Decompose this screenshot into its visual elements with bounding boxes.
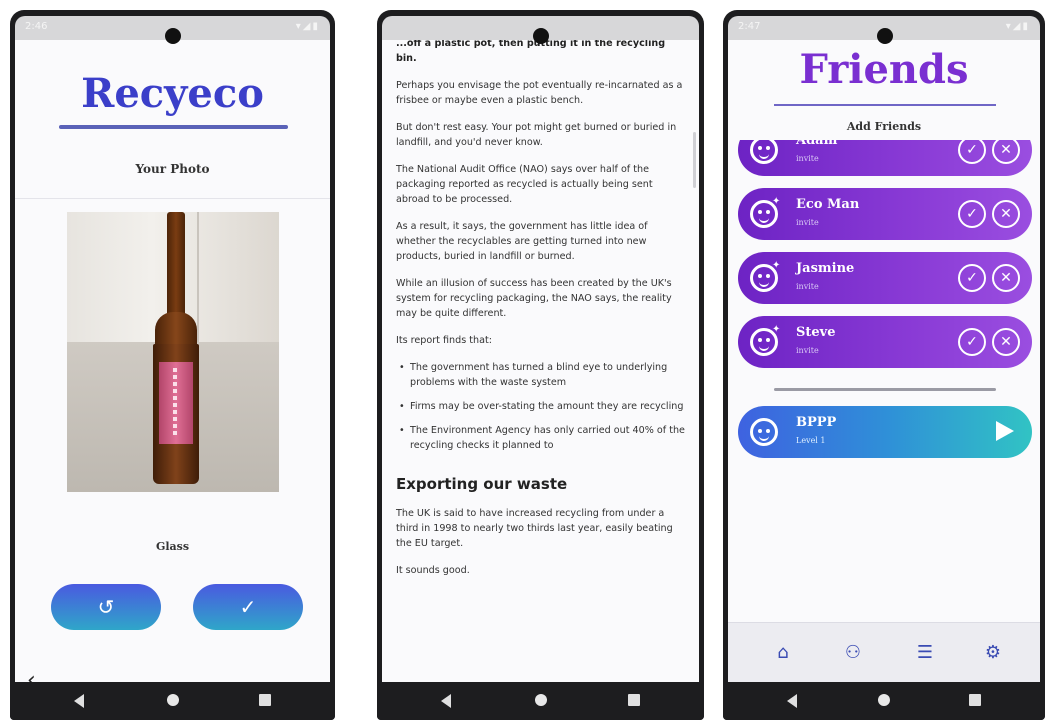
article-body: ...off a plastic pot, then putting it in…: [396, 40, 687, 590]
article-screen[interactable]: ...off a plastic pot, then putting it in…: [382, 40, 699, 682]
bottle-image: [151, 212, 201, 492]
settings-icon[interactable]: ⚙: [980, 641, 1006, 665]
friend-status: invite: [796, 154, 819, 163]
friend-name: Adam: [796, 140, 838, 148]
app-screen: Recyeco Your Photo Glass ↺ ✓ ‹: [15, 40, 330, 682]
camera-cutout: [533, 28, 549, 44]
accept-icon[interactable]: ✓: [958, 328, 986, 356]
list-item: The Environment Agency has only carried …: [396, 423, 687, 453]
send-icon[interactable]: [996, 421, 1014, 441]
sparkle-icon: ✦: [772, 324, 781, 335]
system-nav-bar: [10, 682, 335, 720]
phone-friends-screen: 2:47 ▾◢▮ Friends Add Friends ✦ Adam invi…: [723, 10, 1045, 720]
friend-status: invite: [796, 218, 819, 227]
back-arrow-icon[interactable]: ‹: [27, 668, 36, 682]
section-label: Your Photo: [135, 162, 210, 176]
article-paragraph: The National Audit Office (NAO) says ove…: [396, 164, 653, 205]
nav-recents-icon[interactable]: [259, 694, 271, 706]
retake-button[interactable]: ↺: [51, 584, 161, 630]
divider: [15, 198, 330, 199]
my-level: Level 1: [796, 436, 826, 445]
article-paragraph: But don't rest easy. Your pot might get …: [396, 122, 677, 148]
bottom-navigation: ⌂ ⚇ ☰ ⚙: [728, 622, 1040, 682]
my-name: BPPP: [796, 415, 837, 430]
screenshot-collage: 2:46 ▾◢▮ Recyeco Your Photo Glass ↺ ✓ ‹ …: [0, 0, 1048, 720]
sparkle-icon: ✦: [772, 260, 781, 271]
status-time: 2:47: [738, 21, 761, 32]
decline-icon[interactable]: ✕: [992, 264, 1020, 292]
accept-icon[interactable]: ✓: [958, 140, 986, 164]
app-title: Recyeco: [81, 70, 264, 117]
list-item: The government has turned a blind eye to…: [396, 360, 687, 390]
nav-home-icon[interactable]: [534, 694, 547, 706]
friend-name: Eco Man: [796, 197, 860, 212]
divider: [774, 388, 996, 391]
my-profile-card[interactable]: BPPP Level 1: [738, 406, 1032, 458]
nav-back-icon[interactable]: [441, 694, 451, 708]
article-paragraph: Its report finds that:: [396, 335, 492, 346]
confirm-button[interactable]: ✓: [193, 584, 303, 630]
bottle-label-text: [173, 368, 177, 438]
camera-cutout: [165, 28, 181, 44]
friend-request-list[interactable]: ✦ Adam invite ✓ ✕ ✦ Eco Man invite ✓ ✕ ✦: [738, 140, 1032, 380]
article-paragraph: Perhaps you envisage the pot eventually …: [396, 80, 683, 106]
findings-list: The government has turned a blind eye to…: [396, 360, 687, 453]
article-paragraph: While an illusion of success has been cr…: [396, 278, 672, 319]
list-item: Firms may be over-stating the amount the…: [396, 399, 687, 414]
decline-icon[interactable]: ✕: [992, 140, 1020, 164]
friend-request-card[interactable]: ✦ Eco Man invite ✓ ✕: [738, 188, 1032, 240]
friend-name: Jasmine: [796, 261, 855, 276]
sparkle-icon: ✦: [772, 140, 780, 143]
nav-home-icon[interactable]: [166, 694, 179, 706]
friends-screen: Friends Add Friends ✦ Adam invite ✓ ✕ ✦ …: [728, 40, 1040, 682]
article-paragraph: As a result, it says, the government has…: [396, 221, 648, 262]
system-nav-bar: [723, 682, 1045, 720]
friend-status: invite: [796, 282, 819, 291]
decline-icon[interactable]: ✕: [992, 200, 1020, 228]
title-underline: [59, 125, 288, 129]
signal-battery-icon: ▾◢▮: [1005, 21, 1030, 32]
material-result: Glass: [155, 540, 190, 553]
sparkle-icon: ✦: [772, 196, 781, 207]
friend-status: invite: [796, 346, 819, 355]
friend-request-card[interactable]: ✦ Jasmine invite ✓ ✕: [738, 252, 1032, 304]
phone-photo-screen: 2:46 ▾◢▮ Recyeco Your Photo Glass ↺ ✓ ‹: [10, 10, 335, 720]
article-paragraph: The UK is said to have increased recycli…: [396, 508, 673, 549]
title-underline: [774, 104, 996, 106]
status-time: 2:46: [25, 21, 48, 32]
nav-back-icon[interactable]: [74, 694, 84, 708]
friends-icon[interactable]: ⚇: [840, 641, 866, 665]
nav-back-icon[interactable]: [787, 694, 797, 708]
avatar-icon: [750, 140, 778, 164]
home-icon[interactable]: ⌂: [770, 641, 796, 665]
nav-home-icon[interactable]: [878, 694, 890, 706]
camera-cutout: [877, 28, 893, 44]
system-nav-bar: [377, 682, 704, 720]
friend-name: Steve: [796, 325, 836, 340]
section-label: Add Friends: [846, 120, 922, 133]
avatar-icon: [750, 418, 778, 446]
phone-article-screen: ...off a plastic pot, then putting it in…: [377, 10, 704, 720]
nav-recents-icon[interactable]: [628, 694, 640, 706]
article-paragraph: It sounds good.: [396, 565, 470, 576]
friend-request-card[interactable]: ✦ Adam invite ✓ ✕: [738, 140, 1032, 176]
accept-icon[interactable]: ✓: [958, 200, 986, 228]
check-icon: ✓: [239, 596, 257, 619]
captured-photo: [67, 212, 279, 492]
bottle-neck: [167, 212, 185, 322]
list-icon[interactable]: ☰: [912, 641, 938, 665]
friend-request-card[interactable]: ✦ Steve invite ✓ ✕: [738, 316, 1032, 368]
nav-recents-icon[interactable]: [969, 694, 981, 706]
decline-icon[interactable]: ✕: [992, 328, 1020, 356]
accept-icon[interactable]: ✓: [958, 264, 986, 292]
signal-battery-icon: ▾◢▮: [295, 21, 320, 32]
page-title: Friends: [799, 46, 969, 93]
article-heading: Exporting our waste: [396, 475, 568, 493]
scrollbar[interactable]: [693, 132, 696, 188]
refresh-icon: ↺: [97, 596, 115, 619]
